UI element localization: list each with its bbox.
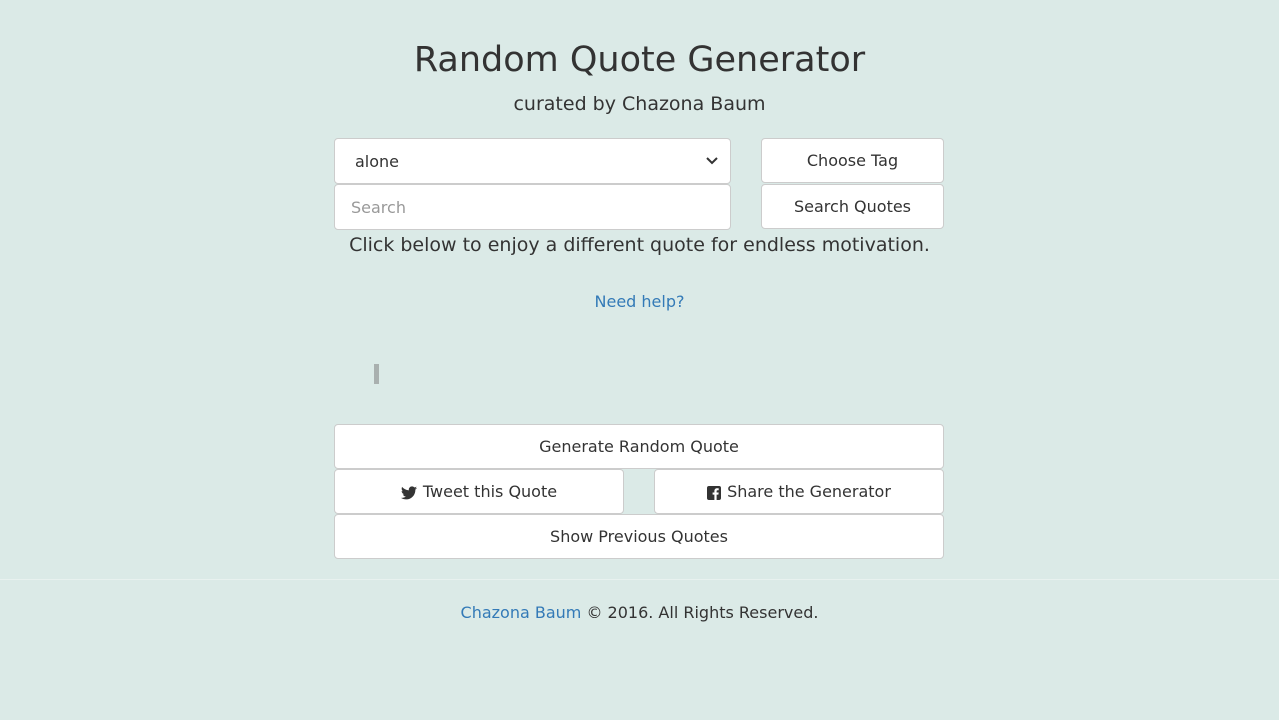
show-previous-quotes-button[interactable]: Show Previous Quotes xyxy=(334,514,944,559)
tag-select-value: alone xyxy=(355,151,400,171)
footer-author-link[interactable]: Chazona Baum xyxy=(461,603,582,622)
show-previous-quotes-label: Show Previous Quotes xyxy=(550,527,728,546)
share-generator-button[interactable]: Share the Generator xyxy=(654,469,944,514)
share-generator-label: Share the Generator xyxy=(727,482,891,501)
page-subtitle: curated by Chazona Baum xyxy=(513,93,766,115)
help-link-row: Need help? xyxy=(0,290,1279,314)
choose-tag-label: Choose Tag xyxy=(806,151,899,170)
chevron-down-icon xyxy=(706,154,718,168)
page: Random Quote Generator curated by Chazon… xyxy=(0,0,1279,720)
search-quotes-label: Search Quotes xyxy=(793,197,912,216)
generate-quote-button[interactable]: Generate Random Quote xyxy=(334,424,944,469)
tweet-quote-button[interactable]: Tweet this Quote xyxy=(334,469,624,514)
footer: Chazona Baum © 2016. All Rights Reserved… xyxy=(0,601,1279,625)
quote-placeholder-bar xyxy=(374,364,379,384)
footer-copyright: © 2016. All Rights Reserved. xyxy=(586,603,819,622)
motivation-text: Click below to enjoy a different quote f… xyxy=(349,234,930,256)
search-input[interactable] xyxy=(334,184,731,230)
search-quotes-button[interactable]: Search Quotes xyxy=(761,184,944,229)
tweet-quote-label: Tweet this Quote xyxy=(422,482,558,501)
page-title: Random Quote Generator xyxy=(413,40,866,80)
footer-divider xyxy=(0,579,1279,580)
tag-select[interactable]: alone xyxy=(334,138,731,184)
generate-quote-label: Generate Random Quote xyxy=(539,437,739,456)
facebook-icon xyxy=(707,485,722,500)
twitter-icon xyxy=(400,485,417,499)
help-link[interactable]: Need help? xyxy=(595,292,685,311)
choose-tag-button[interactable]: Choose Tag xyxy=(761,138,944,183)
